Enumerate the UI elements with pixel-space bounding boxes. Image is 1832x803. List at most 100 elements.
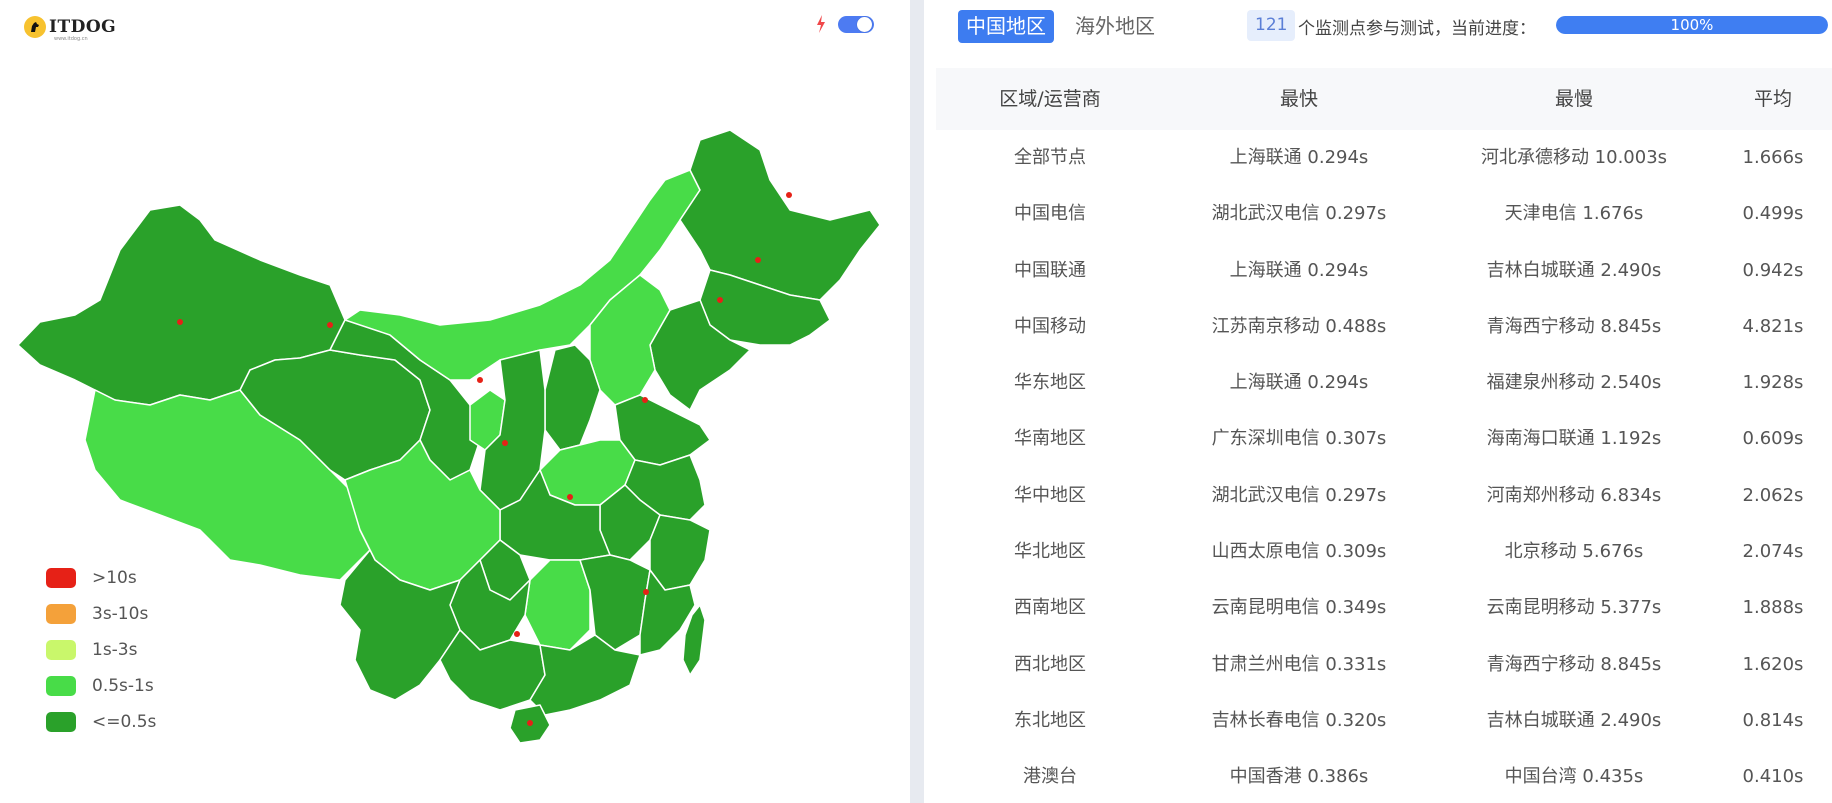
cell-slowest: 云南昆明移动 5.377s — [1486, 597, 1662, 619]
cell-slowest: 吉林白城联通 2.490s — [1486, 259, 1662, 281]
header-slowest: 最慢 — [1554, 88, 1593, 110]
table-row: 西南地区 云南昆明电信 0.349s 云南昆明移动 5.377s 1.888s — [936, 580, 1832, 636]
cell-fastest: 湖北武汉电信 0.297s — [1211, 484, 1387, 506]
cell-region: 华南地区 — [1014, 428, 1086, 450]
brand-name: ITDOG — [49, 16, 117, 37]
cell-slowest: 青海西宁移动 8.845s — [1486, 653, 1662, 675]
cell-slowest: 河北承德移动 10.003s — [1480, 147, 1668, 168]
region-hunan — [524, 559, 591, 651]
cell-average: 4.821s — [1742, 315, 1804, 337]
itdog-logo[interactable]: ITDOG www.itdog.cn — [24, 16, 117, 42]
cell-slowest: 青海西宁移动 8.845s — [1486, 315, 1662, 337]
cell-region: 西南地区 — [1014, 597, 1086, 619]
probe-marker — [643, 589, 649, 595]
table-row: 西北地区 甘肃兰州电信 0.331s 青海西宁移动 8.845s 1.620s — [936, 637, 1832, 693]
panel-divider[interactable] — [910, 0, 924, 803]
legend-item: 1s-3s — [46, 632, 156, 668]
tab-china[interactable]: 中国地区 — [958, 10, 1054, 43]
cell-region: 华东地区 — [1014, 372, 1086, 394]
probe-marker — [327, 322, 333, 328]
cell-average: 1.928s — [1742, 372, 1804, 394]
table-row: 华南地区 广东深圳电信 0.307s 海南海口联通 1.192s 0.609s — [936, 411, 1832, 467]
map-legend: >10s 3s-10s 1s-3s 0.5s-1s <=0.5s — [46, 560, 156, 740]
cell-fastest: 上海联通 0.294s — [1229, 372, 1369, 394]
table-row: 全部节点 上海联通 0.294s 河北承德移动 10.003s 1.666s — [936, 130, 1832, 186]
legend-label: 0.5s-1s — [92, 676, 154, 696]
cell-region: 中国联通 — [1014, 259, 1086, 281]
cell-slowest: 北京移动 5.676s — [1504, 541, 1644, 563]
cell-fastest: 湖北武汉电信 0.297s — [1211, 203, 1387, 225]
view-toggle[interactable] — [838, 16, 874, 33]
cell-average: 0.410s — [1742, 766, 1804, 788]
cell-region: 港澳台 — [1023, 766, 1077, 788]
probe-marker — [502, 440, 508, 446]
progress-bar: 100% — [1556, 16, 1828, 34]
legend-item: <=0.5s — [46, 704, 156, 740]
table-header: 区域/运营商 最快 最慢 平均 — [936, 68, 1832, 130]
table-row: 中国电信 湖北武汉电信 0.297s 天津电信 1.676s 0.499s — [936, 186, 1832, 242]
cell-fastest: 江苏南京移动 0.488s — [1211, 315, 1387, 337]
flash-icon — [817, 15, 825, 33]
legend-label: 3s-10s — [92, 604, 149, 624]
progress-label: 100% — [1670, 16, 1714, 34]
brand-url: www.itdog.cn — [54, 36, 88, 42]
cell-region: 中国移动 — [1014, 315, 1086, 337]
probe-marker — [567, 494, 573, 500]
table-row: 东北地区 吉林长春电信 0.320s 吉林白城联通 2.490s 0.814s — [936, 693, 1832, 749]
tab-overseas[interactable]: 海外地区 — [1067, 10, 1163, 43]
cell-region: 全部节点 — [1014, 147, 1086, 168]
app-root: ITDOG www.itdog.cn >10s 3s-10s 1s-3s 0.5… — [0, 0, 1832, 803]
table-row: 华北地区 山西太原电信 0.309s 北京移动 5.676s 2.074s — [936, 524, 1832, 580]
cell-average: 0.609s — [1742, 428, 1804, 450]
cell-fastest: 上海联通 0.294s — [1229, 259, 1369, 281]
header-fastest: 最快 — [1279, 88, 1318, 110]
legend-swatch — [46, 568, 76, 588]
cell-fastest: 吉林长春电信 0.320s — [1211, 709, 1387, 731]
probe-marker — [527, 720, 533, 726]
legend-label: <=0.5s — [92, 712, 157, 732]
cell-slowest: 福建泉州移动 2.540s — [1486, 372, 1662, 394]
toggle-knob — [857, 17, 872, 32]
cell-average: 2.062s — [1742, 484, 1804, 506]
table-row: 中国移动 江苏南京移动 0.488s 青海西宁移动 8.845s 4.821s — [936, 299, 1832, 355]
cell-fastest: 广东深圳电信 0.307s — [1211, 428, 1387, 450]
probe-marker — [477, 377, 483, 383]
table-row: 中国联通 上海联通 0.294s 吉林白城联通 2.490s 0.942s — [936, 243, 1832, 299]
cell-average: 1.620s — [1742, 653, 1804, 675]
region-guangdong — [529, 634, 641, 716]
progress-caption: 个监测点参与测试，当前进度： — [1298, 19, 1536, 39]
dog-icon — [24, 16, 46, 38]
table-row: 华中地区 湖北武汉电信 0.297s 河南郑州移动 6.834s 2.062s — [936, 468, 1832, 524]
cell-region: 西北地区 — [1014, 653, 1086, 675]
header-region: 区域/运营商 — [999, 88, 1101, 110]
results-toolbar: 中国地区 海外地区 121 个监测点参与测试，当前进度： 100% — [924, 0, 1832, 60]
cell-fastest: 甘肃兰州电信 0.331s — [1211, 653, 1387, 675]
legend-swatch — [46, 676, 76, 696]
results-table: 区域/运营商 最快 最慢 平均 全部节点 上海联通 0.294s 河北承德移动 … — [936, 68, 1832, 803]
cell-fastest: 中国香港 0.386s — [1229, 766, 1369, 788]
probe-marker — [177, 319, 183, 325]
cell-region: 华中地区 — [1014, 484, 1086, 506]
legend-item: 3s-10s — [46, 596, 156, 632]
cell-average: 0.942s — [1742, 259, 1804, 281]
legend-swatch — [46, 712, 76, 732]
table-row: 港澳台 中国香港 0.386s 中国台湾 0.435s 0.410s — [936, 749, 1832, 803]
cell-fastest: 云南昆明电信 0.349s — [1211, 597, 1387, 619]
cell-average: 0.814s — [1742, 709, 1804, 731]
cell-average: 1.666s — [1742, 147, 1804, 168]
cell-average: 0.499s — [1742, 203, 1804, 225]
cell-slowest: 中国台湾 0.435s — [1504, 766, 1644, 788]
cell-slowest: 天津电信 1.676s — [1504, 203, 1644, 225]
probe-marker — [755, 257, 761, 263]
region-zhejiang — [649, 514, 711, 591]
legend-label: 1s-3s — [92, 640, 138, 660]
probe-marker — [514, 631, 520, 637]
cell-fastest: 山西太原电信 0.309s — [1211, 541, 1387, 563]
legend-item: >10s — [46, 560, 156, 596]
legend-swatch — [46, 640, 76, 660]
cell-fastest: 上海联通 0.294s — [1229, 147, 1369, 168]
cell-average: 1.888s — [1742, 597, 1804, 619]
probe-marker — [717, 297, 723, 303]
probe-marker — [642, 397, 648, 403]
cell-region: 华北地区 — [1014, 541, 1086, 563]
